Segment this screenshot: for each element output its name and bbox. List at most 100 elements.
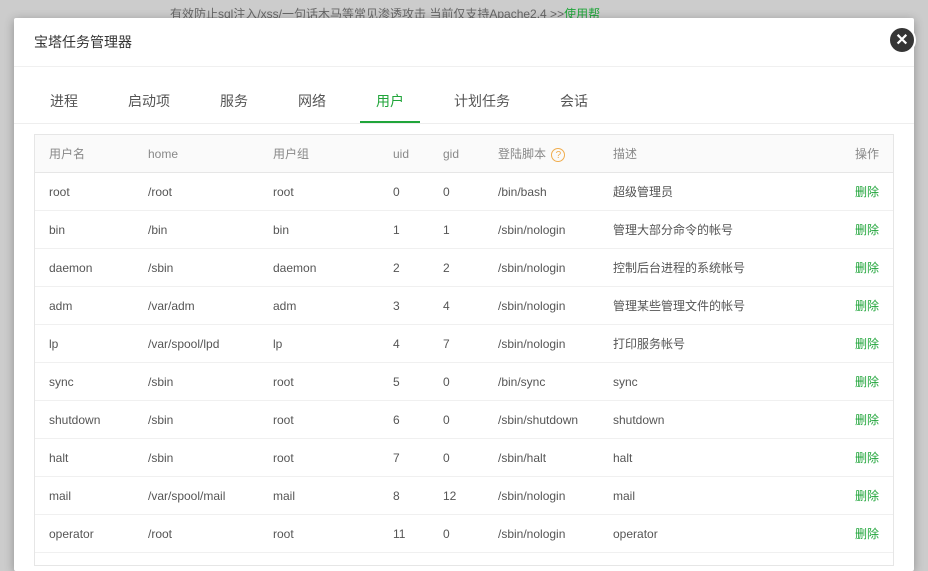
col-desc[interactable]: 描述 [605, 135, 843, 173]
cell-shell: /sbin/nologin [490, 287, 605, 325]
cell-home: /sbin [140, 249, 265, 287]
cell-desc: sync [605, 363, 843, 401]
tab-5[interactable]: 计划任务 [438, 81, 526, 123]
cell-op: 删除 [843, 363, 893, 401]
table-row: halt/sbinroot70/sbin/halthalt删除 [35, 439, 893, 477]
table-row: sync/sbinroot50/bin/syncsync删除 [35, 363, 893, 401]
cell-desc: 打印服务帐号 [605, 325, 843, 363]
cell-desc: shutdown [605, 401, 843, 439]
table-row: games/usr/gamesusers12100/sbin/nologinga… [35, 553, 893, 566]
cell-home: /sbin [140, 401, 265, 439]
cell-desc: games [605, 553, 843, 566]
cell-gid: 2 [435, 249, 490, 287]
cell-uid: 11 [385, 515, 435, 553]
tab-6[interactable]: 会话 [544, 81, 604, 123]
cell-gid: 0 [435, 439, 490, 477]
cell-desc: 超级管理员 [605, 173, 843, 211]
cell-shell: /sbin/nologin [490, 515, 605, 553]
cell-user: adm [35, 287, 140, 325]
cell-uid: 0 [385, 173, 435, 211]
cell-uid: 4 [385, 325, 435, 363]
col-home[interactable]: home [140, 135, 265, 173]
cell-desc: halt [605, 439, 843, 477]
cell-gid: 7 [435, 325, 490, 363]
delete-link[interactable]: 删除 [855, 489, 879, 503]
cell-user: lp [35, 325, 140, 363]
table-row: lp/var/spool/lpdlp47/sbin/nologin打印服务帐号删… [35, 325, 893, 363]
delete-link[interactable]: 删除 [855, 337, 879, 351]
tab-3[interactable]: 网络 [282, 81, 342, 123]
tab-2[interactable]: 服务 [204, 81, 264, 123]
cell-desc: operator [605, 515, 843, 553]
cell-gid: 0 [435, 401, 490, 439]
close-button[interactable]: ✕ [888, 26, 916, 54]
cell-op: 删除 [843, 401, 893, 439]
delete-link[interactable]: 删除 [855, 299, 879, 313]
table-row: root/rootroot00/bin/bash超级管理员删除 [35, 173, 893, 211]
delete-link[interactable]: 删除 [855, 223, 879, 237]
col-uid[interactable]: uid [385, 135, 435, 173]
cell-op: 删除 [843, 553, 893, 566]
cell-gid: 12 [435, 477, 490, 515]
cell-shell: /sbin/halt [490, 439, 605, 477]
cell-uid: 8 [385, 477, 435, 515]
cell-group: mail [265, 477, 385, 515]
cell-user: sync [35, 363, 140, 401]
delete-link[interactable]: 删除 [855, 451, 879, 465]
cell-gid: 0 [435, 515, 490, 553]
delete-link[interactable]: 删除 [855, 261, 879, 275]
cell-group: root [265, 401, 385, 439]
cell-op: 删除 [843, 515, 893, 553]
delete-link[interactable]: 删除 [855, 527, 879, 541]
help-icon[interactable]: ? [551, 148, 565, 162]
delete-link[interactable]: 删除 [855, 375, 879, 389]
cell-op: 删除 [843, 439, 893, 477]
tab-4[interactable]: 用户 [360, 81, 420, 123]
cell-home: /var/spool/lpd [140, 325, 265, 363]
cell-op: 删除 [843, 173, 893, 211]
table-row: adm/var/admadm34/sbin/nologin管理某些管理文件的帐号… [35, 287, 893, 325]
cell-home: /usr/games [140, 553, 265, 566]
cell-shell: /sbin/nologin [490, 325, 605, 363]
col-shell[interactable]: 登陆脚本 ? [490, 135, 605, 173]
table-row: shutdown/sbinroot60/sbin/shutdownshutdow… [35, 401, 893, 439]
cell-group: lp [265, 325, 385, 363]
cell-user: operator [35, 515, 140, 553]
cell-group: root [265, 363, 385, 401]
cell-shell: /sbin/nologin [490, 477, 605, 515]
cell-group: bin [265, 211, 385, 249]
cell-uid: 2 [385, 249, 435, 287]
col-group[interactable]: 用户组 [265, 135, 385, 173]
cell-home: /sbin [140, 363, 265, 401]
table-header-row: 用户名 home 用户组 uid gid 登陆脚本 ? 描述 操作 [35, 135, 893, 173]
cell-home: /sbin [140, 439, 265, 477]
cell-user: halt [35, 439, 140, 477]
cell-home: /var/spool/mail [140, 477, 265, 515]
col-gid[interactable]: gid [435, 135, 490, 173]
cell-uid: 7 [385, 439, 435, 477]
table-scroll[interactable]: 用户名 home 用户组 uid gid 登陆脚本 ? 描述 操作 root/r… [35, 135, 893, 565]
cell-desc: 管理大部分命令的帐号 [605, 211, 843, 249]
modal-title: 宝塔任务管理器 [14, 18, 914, 67]
delete-link[interactable]: 删除 [855, 413, 879, 427]
cell-op: 删除 [843, 211, 893, 249]
cell-home: /bin [140, 211, 265, 249]
cell-gid: 0 [435, 363, 490, 401]
col-op[interactable]: 操作 [843, 135, 893, 173]
cell-gid: 0 [435, 173, 490, 211]
cell-op: 删除 [843, 249, 893, 287]
cell-uid: 6 [385, 401, 435, 439]
cell-home: /var/adm [140, 287, 265, 325]
cell-shell: /sbin/nologin [490, 211, 605, 249]
cell-shell: /sbin/nologin [490, 553, 605, 566]
cell-group: root [265, 173, 385, 211]
col-user[interactable]: 用户名 [35, 135, 140, 173]
cell-user: bin [35, 211, 140, 249]
tab-1[interactable]: 启动项 [112, 81, 186, 123]
tab-0[interactable]: 进程 [34, 81, 94, 123]
delete-link[interactable]: 删除 [855, 185, 879, 199]
cell-uid: 12 [385, 553, 435, 566]
cell-op: 删除 [843, 325, 893, 363]
cell-gid: 4 [435, 287, 490, 325]
user-table: 用户名 home 用户组 uid gid 登陆脚本 ? 描述 操作 root/r… [35, 135, 893, 565]
